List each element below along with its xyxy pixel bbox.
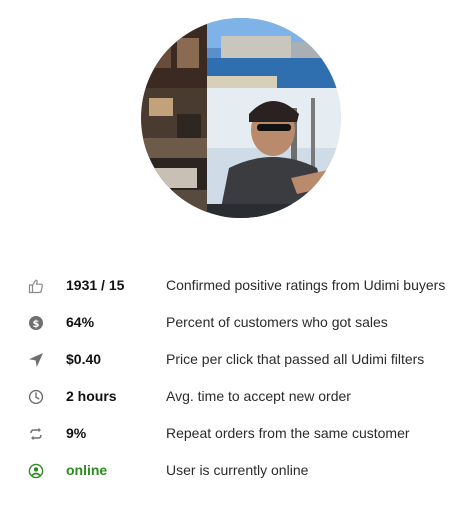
dollar-circle-icon: $ (28, 315, 44, 331)
stat-row-online-status: online User is currently online (0, 453, 471, 490)
sales-percent-description: Percent of customers who got sales (166, 314, 388, 330)
online-status-description: User is currently online (166, 462, 309, 478)
seller-profile-card: 1931 / 15 Confirmed positive ratings fro… (0, 0, 471, 506)
stat-row-repeat-orders: 9% Repeat orders from the same customer (0, 416, 471, 453)
location-arrow-icon (28, 352, 44, 368)
stat-row-accept-time: 2 hours Avg. time to accept new order (0, 379, 471, 416)
repeat-orders-value: 9% (66, 425, 87, 441)
avatar-collage-image (141, 18, 341, 218)
price-per-click-value: $0.40 (66, 351, 102, 367)
online-status-value: online (66, 462, 108, 478)
accept-time-description: Avg. time to accept new order (166, 388, 351, 404)
stat-row-ratings: 1931 / 15 Confirmed positive ratings fro… (0, 268, 471, 305)
user-circle-icon (28, 463, 44, 479)
clock-icon (28, 389, 44, 405)
thumbs-up-icon (28, 278, 44, 294)
repeat-orders-description: Repeat orders from the same customer (166, 425, 410, 441)
accept-time-value: 2 hours (66, 388, 117, 404)
price-per-click-description: Price per click that passed all Udimi fi… (166, 351, 425, 367)
stat-row-price-per-click: $0.40 Price per click that passed all Ud… (0, 342, 471, 379)
ratings-description: Confirmed positive ratings from Udimi bu… (166, 277, 446, 293)
ratings-value: 1931 / 15 (66, 277, 125, 293)
stat-row-sales-percent: $ 64% Percent of customers who got sales (0, 305, 471, 342)
seller-stats-list: 1931 / 15 Confirmed positive ratings fro… (0, 268, 471, 490)
repeat-icon (28, 426, 44, 442)
sales-percent-value: 64% (66, 314, 95, 330)
svg-text:$: $ (33, 319, 40, 330)
avatar[interactable] (141, 18, 341, 218)
